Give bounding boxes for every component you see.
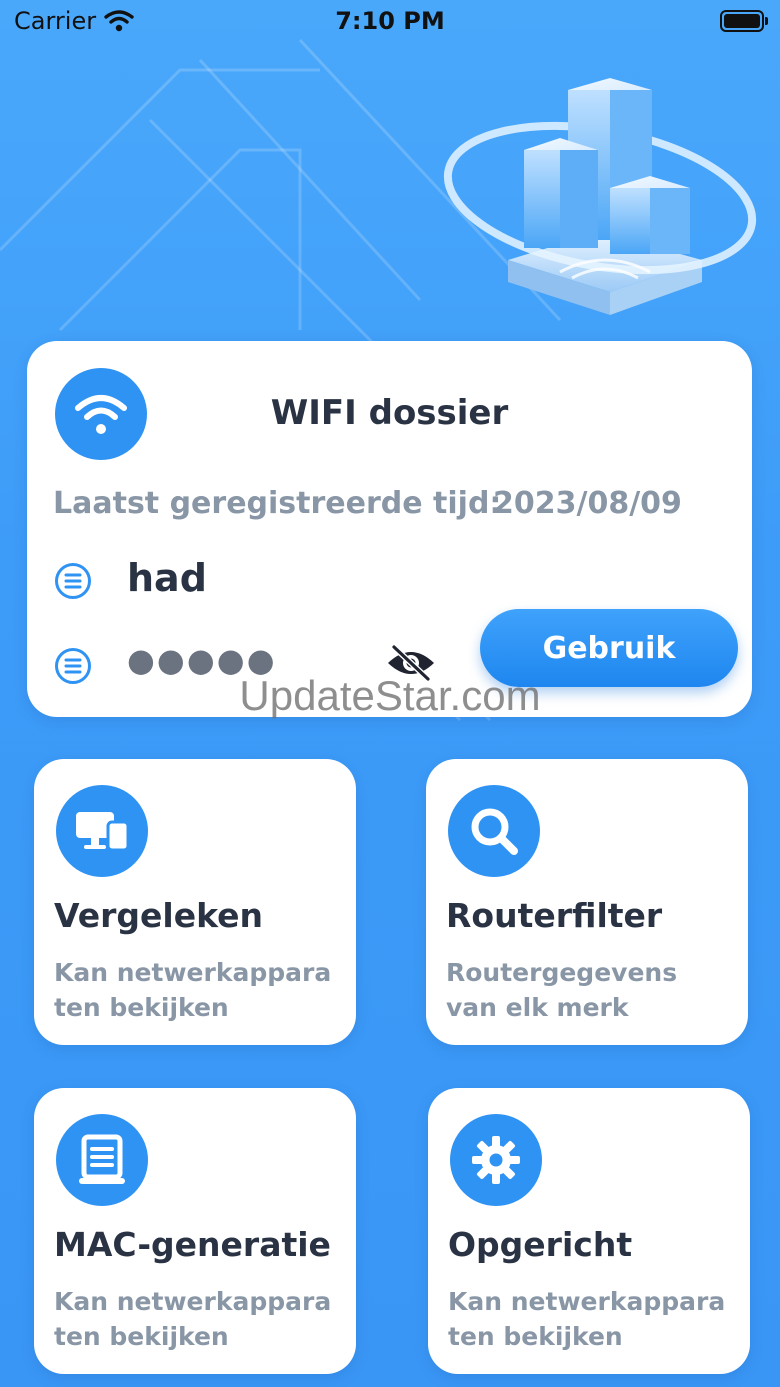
tile-mac-generatie[interactable]: MAC-generatie Kan netwerkappara ten beki…	[34, 1088, 356, 1374]
tile-description: Routergegevens van elk merk	[446, 955, 736, 1025]
tile-routerfilter[interactable]: Routerfilter Routergegevens van elk merk	[426, 759, 748, 1045]
tile-description: Kan netwerkappara ten bekijken	[448, 1284, 738, 1354]
watermark: UpdateStar.com	[239, 672, 541, 719]
network-name: had	[127, 556, 207, 600]
tile-description-line1: Kan netwerkappara	[54, 958, 332, 987]
document-icon	[56, 1114, 148, 1206]
tile-description: Kan netwerkappara ten bekijken	[54, 1284, 344, 1354]
tile-description-line2: van elk merk	[446, 993, 629, 1022]
devices-icon	[56, 785, 148, 877]
tile-title: Vergeleken	[54, 896, 264, 935]
network-name-icon	[55, 563, 91, 599]
tile-title: MAC-generatie	[54, 1225, 331, 1264]
tile-vergeleken[interactable]: Vergeleken Kan netwerkappara ten bekijke…	[34, 759, 356, 1045]
registered-date: 2023/08/09	[493, 486, 682, 521]
registered-time-label: Laatst geregistreerde tijd:	[53, 486, 502, 521]
search-icon	[448, 785, 540, 877]
tile-description-line1: Kan netwerkappara	[448, 1287, 726, 1316]
router-illustration	[443, 78, 757, 315]
tile-description-line2: ten bekijken	[54, 1322, 229, 1351]
tile-description-line1: Kan netwerkappara	[54, 1287, 332, 1316]
card-title: WIFI dossier	[270, 393, 509, 433]
tile-title: Opgericht	[448, 1225, 633, 1264]
status-bar: Carrier 7:10 PM	[0, 0, 780, 44]
tile-opgericht[interactable]: Opgericht Kan netwerkappara ten bekijken	[428, 1088, 750, 1374]
tile-description-line1: Routergegevens	[446, 958, 678, 987]
tile-description: Kan netwerkappara ten bekijken	[54, 955, 344, 1025]
wifi-dossier-card: WIFI dossier Laatst geregistreerde tijd:…	[27, 341, 752, 717]
tile-description-line2: ten bekijken	[54, 993, 229, 1022]
gear-icon	[450, 1114, 542, 1206]
tile-description-line2: ten bekijken	[448, 1322, 623, 1351]
status-time: 7:10 PM	[335, 7, 445, 35]
tile-title: Routerfilter	[446, 896, 663, 935]
battery-icon	[720, 10, 768, 32]
